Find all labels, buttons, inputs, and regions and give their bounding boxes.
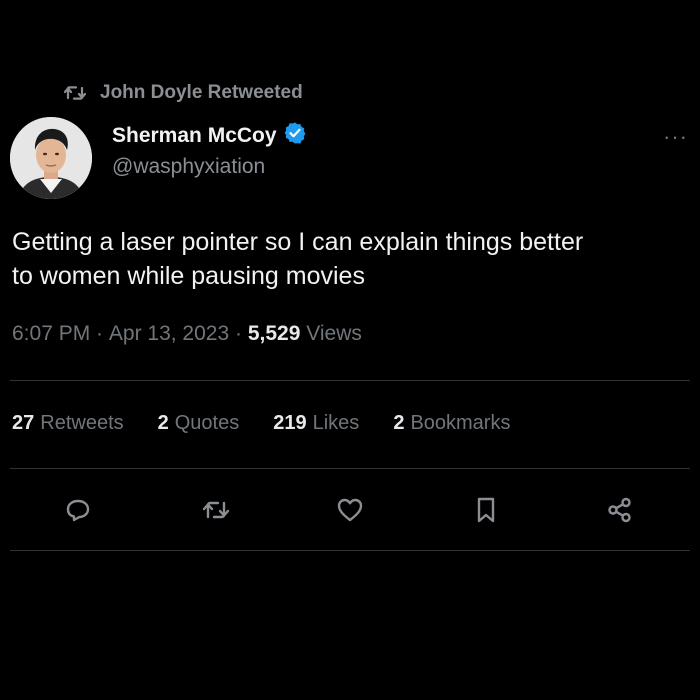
views-count: 5,529 xyxy=(247,322,301,345)
bookmark-icon xyxy=(474,496,498,524)
retweet-notice[interactable]: John Doyle Retweeted xyxy=(64,82,303,104)
bookmarks-label: Bookmarks xyxy=(410,412,511,434)
retweet-icon xyxy=(202,498,230,522)
verified-badge-icon xyxy=(283,121,307,151)
meta-separator: · xyxy=(90,322,109,345)
author-block[interactable]: Sherman McCoy @wasphyxiation xyxy=(112,121,307,179)
divider xyxy=(10,550,690,551)
tweet-time[interactable]: 6:07 PM xyxy=(12,322,90,346)
tweet-text-line: to women while pausing movies xyxy=(12,262,365,290)
reply-button[interactable] xyxy=(60,492,96,528)
action-bar xyxy=(0,492,700,532)
reply-icon xyxy=(64,496,92,524)
avatar[interactable] xyxy=(10,117,92,199)
more-options-icon[interactable]: ··· xyxy=(663,124,688,150)
tweet-text: Getting a laser pointer so I can explain… xyxy=(12,225,692,293)
divider xyxy=(10,468,690,469)
bookmark-button[interactable] xyxy=(468,492,504,528)
retweet-icon xyxy=(64,84,86,102)
likes-label: Likes xyxy=(312,412,360,434)
retweets-label: Retweets xyxy=(40,412,124,434)
author-handle[interactable]: @wasphyxiation xyxy=(112,155,307,179)
quotes-count: 2 xyxy=(157,412,169,434)
like-heart-icon xyxy=(336,497,364,523)
bookmarks-count: 2 xyxy=(393,412,405,434)
share-button[interactable] xyxy=(602,492,638,528)
views-label: Views xyxy=(300,322,362,345)
author-name[interactable]: Sherman McCoy xyxy=(112,124,277,148)
retweet-button[interactable] xyxy=(198,492,234,528)
quotes-stat[interactable]: 2 Quotes xyxy=(158,412,240,435)
engagement-stats: 27 Retweets 2 Quotes 219 Likes 2 Bookmar… xyxy=(12,412,510,435)
profile-photo xyxy=(10,117,92,199)
like-button[interactable] xyxy=(332,492,368,528)
likes-stat[interactable]: 219 Likes xyxy=(273,412,359,435)
quotes-label: Quotes xyxy=(174,412,240,434)
tweet-text-line: Getting a laser pointer so I can explain… xyxy=(12,228,584,256)
share-icon xyxy=(606,496,634,524)
tweet-meta: 6:07 PM · Apr 13, 2023 · 5,529 Views xyxy=(12,322,362,346)
retweets-stat[interactable]: 27 Retweets xyxy=(12,412,124,435)
likes-count: 219 xyxy=(273,412,307,434)
divider xyxy=(10,380,690,381)
retweet-notice-text: John Doyle Retweeted xyxy=(100,82,303,103)
bookmarks-stat[interactable]: 2 Bookmarks xyxy=(393,412,510,435)
tweet-date[interactable]: Apr 13, 2023 xyxy=(109,322,229,346)
retweets-count: 27 xyxy=(12,412,35,434)
meta-separator: · xyxy=(229,322,248,345)
